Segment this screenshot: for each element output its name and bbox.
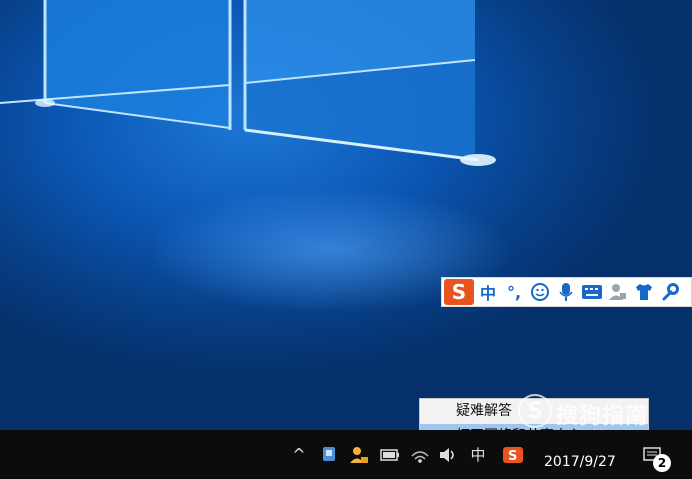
input-language-indicator[interactable]: 中	[466, 430, 490, 479]
taskbar-date[interactable]: 2017/9/27	[544, 454, 616, 470]
usb-device-icon[interactable]	[318, 430, 340, 479]
sogou-ime-toolbar: S 中 °,	[441, 277, 692, 307]
sogou-tray-icon[interactable]: S	[500, 430, 526, 479]
mic-icon[interactable]	[554, 280, 578, 304]
svg-text:S: S	[508, 449, 517, 464]
skin-shirt-icon[interactable]	[632, 280, 656, 304]
ime-language-toggle[interactable]: 中	[476, 280, 500, 304]
taskbar: ^ 中 S 2017/9/27 2	[0, 430, 692, 479]
keyboard-icon[interactable]	[580, 280, 604, 304]
menu-item-troubleshoot[interactable]: 疑难解答	[420, 399, 648, 424]
desktop-wallpaper	[0, 0, 692, 430]
user-account-icon[interactable]	[348, 430, 370, 479]
sogou-logo-icon[interactable]: S	[444, 279, 474, 305]
user-icon[interactable]	[606, 280, 630, 304]
show-hidden-icons-chevron[interactable]: ^	[289, 430, 309, 479]
volume-icon[interactable]	[436, 430, 460, 479]
network-icon[interactable]	[408, 430, 432, 479]
notification-count-badge: 2	[653, 454, 671, 472]
battery-icon[interactable]	[378, 430, 402, 479]
wrench-icon[interactable]	[658, 280, 682, 304]
windows-logo-wallpaper	[0, 0, 496, 166]
ime-punctuation-toggle[interactable]: °,	[502, 280, 526, 304]
emoji-icon[interactable]	[528, 280, 552, 304]
